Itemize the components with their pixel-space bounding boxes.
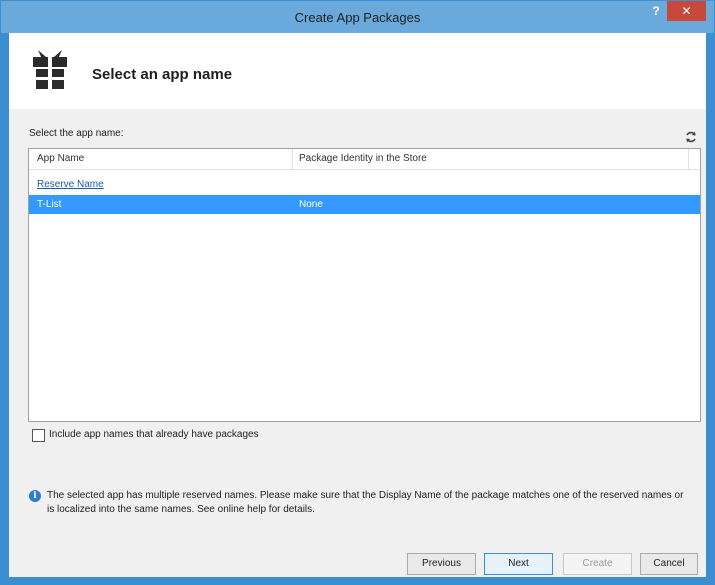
title-bar[interactable]: Create App Packages ? ✕ xyxy=(1,1,714,33)
info-icon: i xyxy=(29,490,41,502)
list-header: App Name Package Identity in the Store xyxy=(29,149,700,170)
refresh-icon[interactable] xyxy=(684,130,698,144)
column-app-name[interactable]: App Name xyxy=(37,153,84,164)
app-name-cell: T-List xyxy=(37,199,62,210)
help-button[interactable]: ? xyxy=(647,3,665,19)
include-packaged-label[interactable]: Include app names that already have pack… xyxy=(49,429,259,440)
dialog-content: Select an app name Select the app name: … xyxy=(9,33,706,577)
info-message: The selected app has multiple reserved n… xyxy=(47,490,684,515)
select-app-label: Select the app name: xyxy=(29,128,124,139)
column-divider[interactable] xyxy=(292,149,293,169)
cancel-button[interactable]: Cancel xyxy=(640,553,698,575)
page-title: Select an app name xyxy=(92,66,233,83)
reserve-name-link[interactable]: Reserve Name xyxy=(37,179,104,190)
column-package-identity[interactable]: Package Identity in the Store xyxy=(299,153,427,164)
previous-button[interactable]: Previous xyxy=(407,553,476,575)
column-divider[interactable] xyxy=(688,149,689,169)
window-title: Create App Packages xyxy=(294,10,421,25)
create-button[interactable]: Create xyxy=(563,553,632,575)
list-item[interactable]: Reserve Name xyxy=(29,175,700,194)
close-button[interactable]: ✕ xyxy=(667,1,706,21)
next-button[interactable]: Next xyxy=(484,553,553,575)
header-band: Select an app name xyxy=(9,33,706,109)
include-packaged-checkbox[interactable] xyxy=(32,429,45,442)
dialog-window: Create App Packages ? ✕ Select an app na… xyxy=(0,0,715,585)
gift-box-icon xyxy=(33,50,67,89)
package-identity-cell: None xyxy=(299,199,323,210)
app-name-list[interactable]: App Name Package Identity in the Store R… xyxy=(28,148,701,422)
list-item[interactable]: T-List None xyxy=(29,195,700,214)
